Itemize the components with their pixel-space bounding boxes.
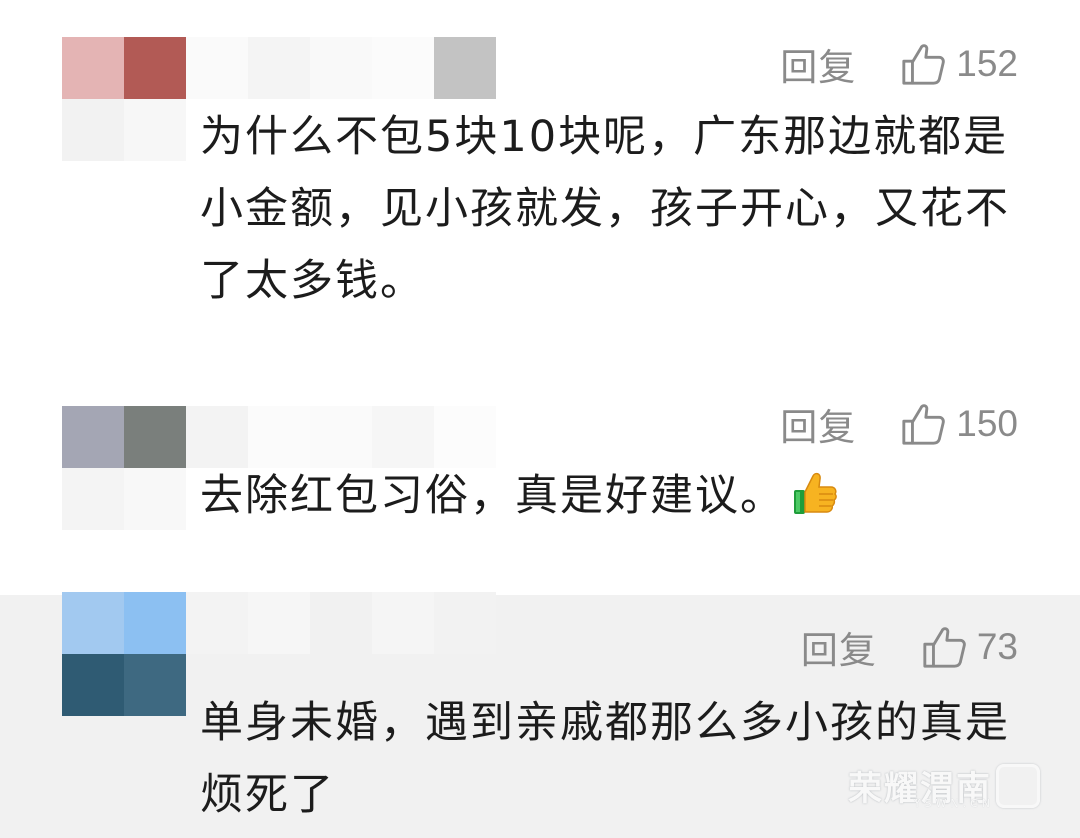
thumbs-up-icon[interactable] [900, 41, 946, 87]
avatar-pixel [62, 406, 124, 468]
name-pixel [248, 406, 310, 468]
avatar-pixel [124, 654, 186, 716]
name-pixel [248, 592, 310, 654]
avatar[interactable] [62, 406, 186, 530]
thumbs-up-emoji-icon [794, 472, 837, 514]
avatar-pixel [124, 37, 186, 99]
name-pixel [434, 592, 496, 654]
comment-text: 为什么不包5块10块呢，广东那边就都是小金额，见小孩就发，孩子开心，又花不了太多… [200, 112, 1010, 306]
avatar-pixel [124, 406, 186, 468]
name-pixel [310, 406, 372, 468]
watermark-subtext: YSWN.CN [913, 797, 994, 810]
thumbs-up-icon[interactable] [900, 401, 946, 447]
name-pixel [186, 406, 248, 468]
avatar-pixel [62, 99, 124, 161]
name-pixel [372, 37, 434, 99]
like-count: 150 [956, 403, 1018, 444]
reply-button[interactable]: 回复 [780, 37, 856, 91]
name-pixel [372, 406, 434, 468]
name-pixel [434, 37, 496, 99]
name-pixel [186, 37, 248, 99]
avatar-pixel [62, 654, 124, 716]
comment-list: 回复 152 为什么不包5块10块呢，广东那边就都是小金额，见小孩就发，孩子开心… [0, 0, 1080, 838]
comment-actions: 回复 150 [780, 394, 1018, 454]
comment-item: 回复 150 去除红包习俗，真是好建议。 [0, 380, 1080, 595]
avatar-pixel [62, 592, 124, 654]
name-pixel [310, 592, 372, 654]
watermark-logo-icon [996, 763, 1040, 808]
reply-button[interactable]: 回复 [780, 397, 856, 451]
comment-item: 回复 152 为什么不包5块10块呢，广东那边就都是小金额，见小孩就发，孩子开心… [0, 0, 1080, 380]
like-count: 152 [956, 43, 1018, 84]
avatar[interactable] [62, 592, 186, 716]
comment-text-row: 去除红包习俗，真是好建议。 [200, 460, 1030, 532]
thumbs-up-icon[interactable] [921, 624, 967, 670]
avatar-pixel [62, 37, 124, 99]
comment-actions: 回复 73 [801, 617, 1018, 677]
name-pixel [248, 37, 310, 99]
username-blurred[interactable] [186, 37, 496, 99]
name-pixel [434, 406, 496, 468]
avatar-pixel [124, 468, 186, 530]
name-pixel [310, 37, 372, 99]
avatar-pixel [124, 592, 186, 654]
username-blurred[interactable] [186, 406, 496, 468]
avatar-pixel [124, 99, 186, 161]
avatar-pixel [62, 468, 124, 530]
name-pixel [372, 592, 434, 654]
comment-item: 回复 73 单身未婚，遇到亲戚都那么多小孩的真是烦死了 荣耀渭南 YSWN.CN [0, 592, 1080, 838]
name-pixel [186, 592, 248, 654]
watermark: 荣耀渭南 YSWN.CN [848, 761, 1040, 810]
reply-button[interactable]: 回复 [801, 620, 877, 674]
avatar[interactable] [62, 37, 186, 161]
like-count: 73 [976, 626, 1018, 667]
comment-actions: 回复 152 [780, 34, 1018, 94]
username-blurred[interactable] [186, 592, 496, 654]
comment-text: 去除红包习俗，真是好建议。 [200, 471, 785, 521]
